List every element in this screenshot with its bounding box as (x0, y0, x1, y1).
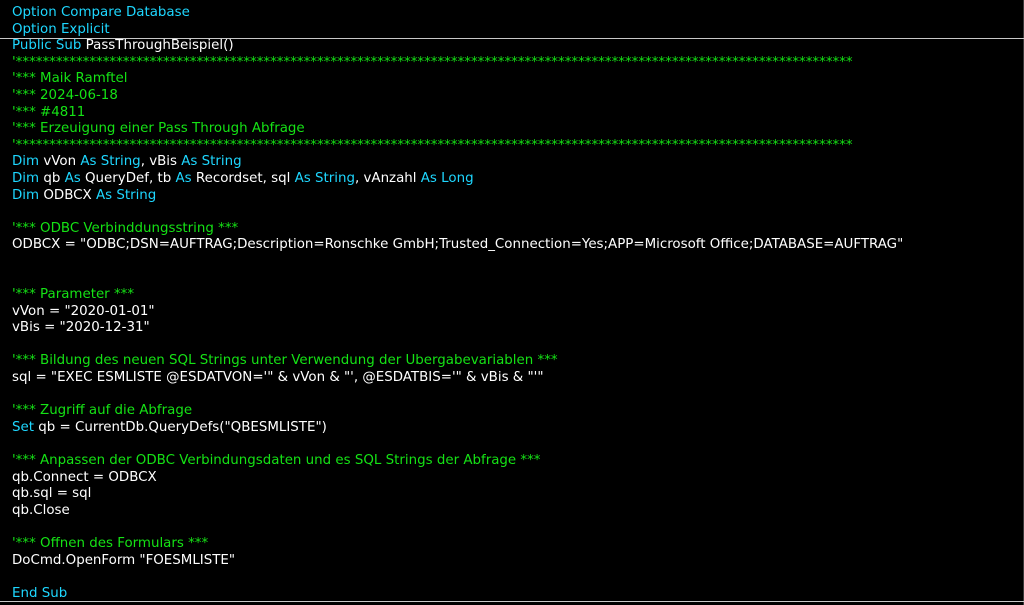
keyword-token: Option Explicit (12, 21, 110, 37)
comment-token: '*** ODBC Verbinddungsstring *** (12, 220, 239, 236)
code-lines[interactable]: Option Compare Database Option Explicit Pu… (12, 5, 1019, 602)
code-line[interactable]: DoCmd.OpenForm "FOESMLISTE" (12, 553, 1019, 570)
code-line[interactable]: '*** Zugriff auf die Abfrage (12, 403, 1019, 420)
code-token: , vAnzahl (354, 170, 421, 186)
code-line[interactable]: Option Compare Database (12, 5, 1019, 22)
code-line[interactable] (12, 519, 1019, 536)
code-token: qb.Close (12, 502, 70, 518)
code-token: PassThroughBeispiel() (85, 38, 234, 54)
code-line[interactable] (12, 204, 1019, 221)
code-token: qb (43, 170, 65, 186)
code-token: qb.Connect = ODBCX (12, 469, 157, 485)
keyword-token: Dim (12, 154, 44, 170)
code-line[interactable]: '*** ODBC Verbinddungsstring *** (12, 221, 1019, 238)
code-editor[interactable]: Option Compare Database Option Explicit Pu… (0, 0, 1024, 605)
code-token: , vBis (140, 154, 182, 170)
keyword-token: As String (181, 154, 242, 170)
code-line[interactable]: '***************************************… (12, 55, 1019, 72)
code-line[interactable]: Public Sub PassThroughBeispiel() (12, 38, 1019, 55)
comment-token: '***************************************… (12, 137, 853, 153)
code-token: Recordset, sql (195, 170, 295, 186)
code-line[interactable] (12, 436, 1019, 453)
code-line[interactable] (12, 254, 1019, 271)
code-line[interactable]: Dim vVon As String, vBis As String (12, 154, 1019, 171)
comment-token: '*** Zugriff auf die Abfrage (12, 403, 193, 419)
code-line[interactable] (12, 387, 1019, 404)
code-line[interactable]: qb.Close (12, 503, 1019, 520)
code-line[interactable]: '*** 2024-06-18 (12, 88, 1019, 105)
code-token: sql = "EXEC ESMLISTE @ESDATVON='" & vVon… (12, 370, 544, 386)
code-token: ODBCX (43, 187, 96, 203)
code-token: vBis = "2020-12-31" (12, 320, 150, 336)
code-line[interactable]: End Sub (12, 586, 1019, 603)
code-line[interactable]: Dim qb As QueryDef, tb As Recordset, sql… (12, 171, 1019, 188)
code-line[interactable]: sql = "EXEC ESMLISTE @ESDATVON='" & vVon… (12, 370, 1019, 387)
comment-token: '*** Anpassen der ODBC Verbindungsdaten … (12, 453, 541, 469)
keyword-token: Set (12, 419, 39, 435)
comment-token: '*** 2024-06-18 (12, 87, 118, 103)
code-line[interactable]: ODBCX = "ODBC;DSN=AUFTRAG;Description=Ro… (12, 237, 1019, 254)
code-line[interactable]: '*** Öffnen des Formulars *** (12, 536, 1019, 553)
keyword-token: Dim (12, 187, 44, 203)
code-token: DoCmd.OpenForm "FOESMLISTE" (12, 552, 236, 568)
keyword-token: As String (294, 170, 355, 186)
code-line[interactable]: '*** Erzeuigung einer Pass Through Abfra… (12, 121, 1019, 138)
keyword-token: As (175, 170, 196, 186)
code-line[interactable]: '***************************************… (12, 138, 1019, 155)
code-line[interactable]: '*** Anpassen der ODBC Verbindungsdaten … (12, 453, 1019, 470)
code-line[interactable] (12, 271, 1019, 288)
code-line[interactable] (12, 569, 1019, 586)
code-token: vVon (43, 154, 81, 170)
comment-token: '*** Maik Ramftel (12, 71, 128, 87)
comment-token: '*** Bildung des neuen SQL Strings unter… (12, 353, 558, 369)
keyword-token: Public Sub (12, 38, 86, 54)
code-token: qb.sql = sql (12, 486, 92, 502)
keyword-token: End Sub (12, 585, 68, 601)
comment-token: '*** Öffnen des Formulars *** (12, 536, 209, 551)
keyword-token: As (64, 170, 86, 186)
code-line[interactable]: vBis = "2020-12-31" (12, 320, 1019, 337)
comment-token: '*** Parameter *** (12, 287, 135, 303)
code-line[interactable]: Dim ODBCX As String (12, 188, 1019, 205)
code-token: qb = CurrentDb.QueryDefs("QBESMLISTE") (38, 419, 327, 435)
code-line[interactable]: '*** Maik Ramftel (12, 71, 1019, 88)
code-line[interactable]: Option Explicit (12, 22, 1019, 39)
code-token: vVon = "2020-01-01" (12, 303, 155, 319)
keyword-token: As String (95, 187, 157, 203)
keyword-token: As Long (420, 170, 474, 186)
code-token: ODBCX = "ODBC;DSN=AUFTRAG;Description=Ro… (12, 237, 904, 253)
code-token: QueryDef, tb (85, 170, 176, 186)
code-line[interactable] (12, 337, 1019, 354)
keyword-token: Option Compare Database (12, 5, 190, 20)
comment-token: '*** #4811 (12, 104, 86, 120)
code-line[interactable]: vVon = "2020-01-01" (12, 304, 1019, 321)
comment-token: '*** Erzeuigung einer Pass Through Abfra… (12, 121, 305, 137)
code-line[interactable]: '*** Bildung des neuen SQL Strings unter… (12, 353, 1019, 370)
code-line[interactable]: qb.sql = sql (12, 486, 1019, 503)
code-line[interactable]: '*** #4811 (12, 105, 1019, 122)
code-line[interactable]: qb.Connect = ODBCX (12, 470, 1019, 487)
code-line[interactable]: Set qb = CurrentDb.QueryDefs("QBESMLISTE… (12, 420, 1019, 437)
comment-token: '***************************************… (12, 54, 853, 70)
keyword-token: As String (80, 154, 141, 170)
code-line[interactable]: '*** Parameter *** (12, 287, 1019, 304)
keyword-token: Dim (12, 170, 44, 186)
